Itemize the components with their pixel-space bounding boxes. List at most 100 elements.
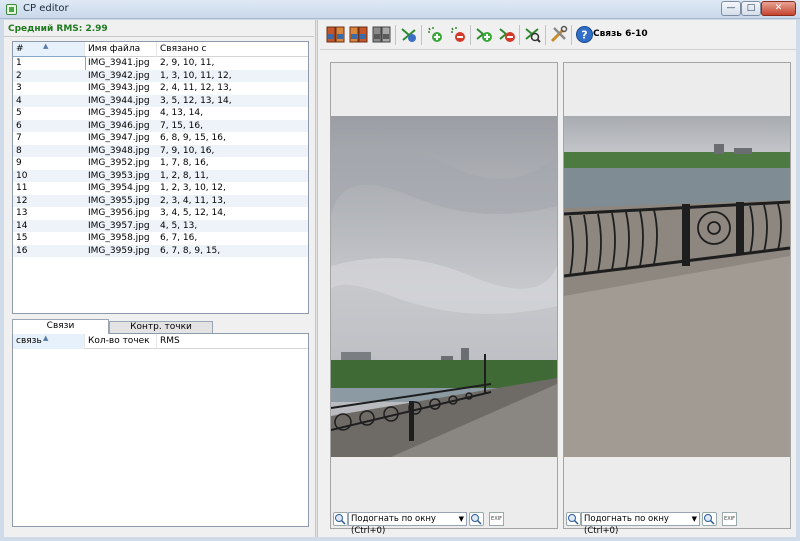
image-viewer-left[interactable]: Подогнать по окну (Ctrl+0) ▼ EXIF	[330, 62, 558, 536]
table-row[interactable]: 10 IMG_3953.jpg 1, 2, 8, 11,	[13, 169, 308, 183]
add-point-icon[interactable]	[425, 25, 444, 44]
files-table[interactable]: # ▲ Имя файла Связано с 1 IMG_3941.jpg 2, …	[12, 41, 309, 314]
row-number-cell[interactable]: 5	[13, 107, 85, 120]
zoom-mode-select[interactable]: Подогнать по окну (Ctrl+0) ▼	[348, 512, 467, 536]
image-viewer-right[interactable]: Подогнать по окну (Ctrl+0) ▼ EXIF	[563, 62, 791, 536]
column-header-filename[interactable]: Имя файла	[85, 42, 157, 57]
column-header-number[interactable]: # ▲	[13, 42, 85, 57]
column-header-point-count[interactable]: Кол-во точек	[85, 334, 157, 349]
linked-with-cell[interactable]: 6, 7, 16,	[157, 232, 308, 245]
column-header-link[interactable]: связь ▲	[13, 334, 85, 349]
linked-with-cell[interactable]: 1, 3, 10, 11, 12,	[157, 70, 308, 83]
filename-cell[interactable]: IMG_3955.jpg	[85, 195, 157, 208]
row-number-cell[interactable]: 8	[13, 145, 85, 158]
filename-cell[interactable]: IMG_3942.jpg	[85, 70, 157, 83]
table-row[interactable]: 4 IMG_3944.jpg 3, 5, 12, 13, 14,	[13, 94, 308, 108]
links-table[interactable]: связь ▲ Кол-во точек RMS	[12, 333, 309, 527]
filename-cell[interactable]: IMG_3945.jpg	[85, 107, 157, 120]
filename-cell[interactable]: IMG_3954.jpg	[85, 182, 157, 195]
filename-cell[interactable]: IMG_3958.jpg	[85, 232, 157, 245]
filename-cell[interactable]: IMG_3946.jpg	[85, 120, 157, 133]
filename-cell[interactable]: IMG_3944.jpg	[85, 95, 157, 108]
linked-with-cell[interactable]: 1, 2, 8, 11,	[157, 170, 308, 183]
table-row[interactable]: 11 IMG_3954.jpg 1, 2, 3, 10, 12,	[13, 182, 308, 195]
linked-with-cell[interactable]: 4, 13, 14,	[157, 107, 308, 120]
table-row[interactable]: 5 IMG_3945.jpg 4, 13, 14,	[13, 107, 308, 120]
linked-with-cell[interactable]: 4, 5, 13,	[157, 220, 308, 233]
linked-with-cell[interactable]: 3, 5, 12, 13, 14,	[157, 95, 308, 108]
table-row[interactable]: 12 IMG_3955.jpg 2, 3, 4, 11, 13,	[13, 194, 308, 208]
table-row[interactable]: 16 IMG_3959.jpg 6, 7, 8, 9, 15,	[13, 244, 308, 258]
exif-button[interactable]: EXIF	[722, 512, 737, 526]
image-pair-swap-icon[interactable]	[349, 25, 368, 44]
column-header-rms[interactable]: RMS	[157, 334, 308, 349]
row-number-cell[interactable]: 11	[13, 182, 85, 195]
image-canvas-right[interactable]	[564, 116, 790, 457]
linked-with-cell[interactable]: 2, 4, 11, 12, 13,	[157, 82, 308, 95]
filename-cell[interactable]: IMG_3952.jpg	[85, 157, 157, 170]
linked-with-cell[interactable]: 3, 4, 5, 12, 14,	[157, 207, 308, 220]
remove-link-icon[interactable]	[497, 25, 516, 44]
linked-with-cell[interactable]: 1, 7, 8, 16,	[157, 157, 308, 170]
table-row[interactable]: 13 IMG_3956.jpg 3, 4, 5, 12, 14,	[13, 207, 308, 220]
table-row[interactable]: 15 IMG_3958.jpg 6, 7, 16,	[13, 232, 308, 245]
row-number-cell[interactable]: 2	[13, 70, 85, 83]
zoom-out-icon[interactable]	[566, 512, 581, 526]
zoom-in-icon[interactable]	[702, 512, 717, 526]
help-icon[interactable]: ?	[575, 25, 594, 44]
add-link-plus-icon[interactable]	[474, 25, 493, 44]
row-number-cell[interactable]: 9	[13, 157, 85, 170]
filename-cell[interactable]: IMG_3956.jpg	[85, 207, 157, 220]
zoom-in-icon[interactable]	[469, 512, 484, 526]
zoom-mode-select[interactable]: Подогнать по окну (Ctrl+0) ▼	[581, 512, 700, 536]
maximize-button[interactable]: □	[741, 1, 761, 16]
image-pair-gray-icon[interactable]	[372, 25, 391, 44]
filename-cell[interactable]: IMG_3959.jpg	[85, 245, 157, 258]
table-row[interactable]: 9 IMG_3952.jpg 1, 7, 8, 16,	[13, 157, 308, 170]
splitter-handle[interactable]	[315, 20, 318, 537]
image-pair-icon[interactable]	[326, 25, 345, 44]
table-row[interactable]: 6 IMG_3946.jpg 7, 15, 16,	[13, 119, 308, 133]
find-points-icon[interactable]	[523, 25, 542, 44]
row-number-cell[interactable]: 15	[13, 232, 85, 245]
row-number-cell[interactable]: 16	[13, 245, 85, 258]
tab-links[interactable]: Связи	[12, 319, 109, 334]
linked-with-cell[interactable]: 2, 9, 10, 11,	[157, 57, 308, 70]
linked-with-cell[interactable]: 2, 3, 4, 11, 13,	[157, 195, 308, 208]
row-number-cell[interactable]: 6	[13, 120, 85, 133]
tab-control-points[interactable]: Контр. точки	[109, 321, 213, 333]
linked-with-cell[interactable]: 7, 15, 16,	[157, 120, 308, 133]
close-button[interactable]: ✕	[761, 1, 796, 16]
row-number-cell[interactable]: 1	[13, 56, 86, 71]
row-number-cell[interactable]: 3	[13, 82, 85, 95]
linked-with-cell[interactable]: 1, 2, 3, 10, 12,	[157, 182, 308, 195]
tools-icon[interactable]	[549, 25, 568, 44]
linked-with-cell[interactable]: 6, 7, 8, 9, 15,	[157, 245, 308, 258]
filename-cell[interactable]: IMG_3953.jpg	[85, 170, 157, 183]
add-link-icon[interactable]	[399, 25, 418, 44]
filename-cell[interactable]: IMG_3948.jpg	[85, 145, 157, 158]
row-number-cell[interactable]: 14	[13, 220, 85, 233]
linked-with-cell[interactable]: 7, 9, 10, 16,	[157, 145, 308, 158]
filename-cell[interactable]: IMG_3947.jpg	[85, 132, 157, 145]
table-row[interactable]: 14 IMG_3957.jpg 4, 5, 13,	[13, 219, 308, 233]
exif-button[interactable]: EXIF	[489, 512, 504, 526]
minimize-button[interactable]: —	[721, 1, 741, 16]
table-row[interactable]: 8 IMG_3948.jpg 7, 9, 10, 16,	[13, 144, 308, 158]
table-row[interactable]: 1 IMG_3941.jpg 2, 9, 10, 11,	[13, 56, 308, 71]
zoom-out-icon[interactable]	[333, 512, 348, 526]
image-canvas-left[interactable]	[331, 116, 557, 457]
row-number-cell[interactable]: 12	[13, 195, 85, 208]
table-row[interactable]: 2 IMG_3942.jpg 1, 3, 10, 11, 12,	[13, 69, 308, 83]
row-number-cell[interactable]: 13	[13, 207, 85, 220]
filename-cell[interactable]: IMG_3957.jpg	[85, 220, 157, 233]
row-number-cell[interactable]: 7	[13, 132, 85, 145]
linked-with-cell[interactable]: 6, 8, 9, 15, 16,	[157, 132, 308, 145]
row-number-cell[interactable]: 10	[13, 170, 85, 183]
row-number-cell[interactable]: 4	[13, 95, 85, 108]
column-header-linked-with[interactable]: Связано с	[157, 42, 308, 57]
delete-point-icon[interactable]	[448, 25, 467, 44]
filename-cell[interactable]: IMG_3941.jpg	[85, 57, 157, 70]
filename-cell[interactable]: IMG_3943.jpg	[85, 82, 157, 95]
table-row[interactable]: 7 IMG_3947.jpg 6, 8, 9, 15, 16,	[13, 132, 308, 145]
